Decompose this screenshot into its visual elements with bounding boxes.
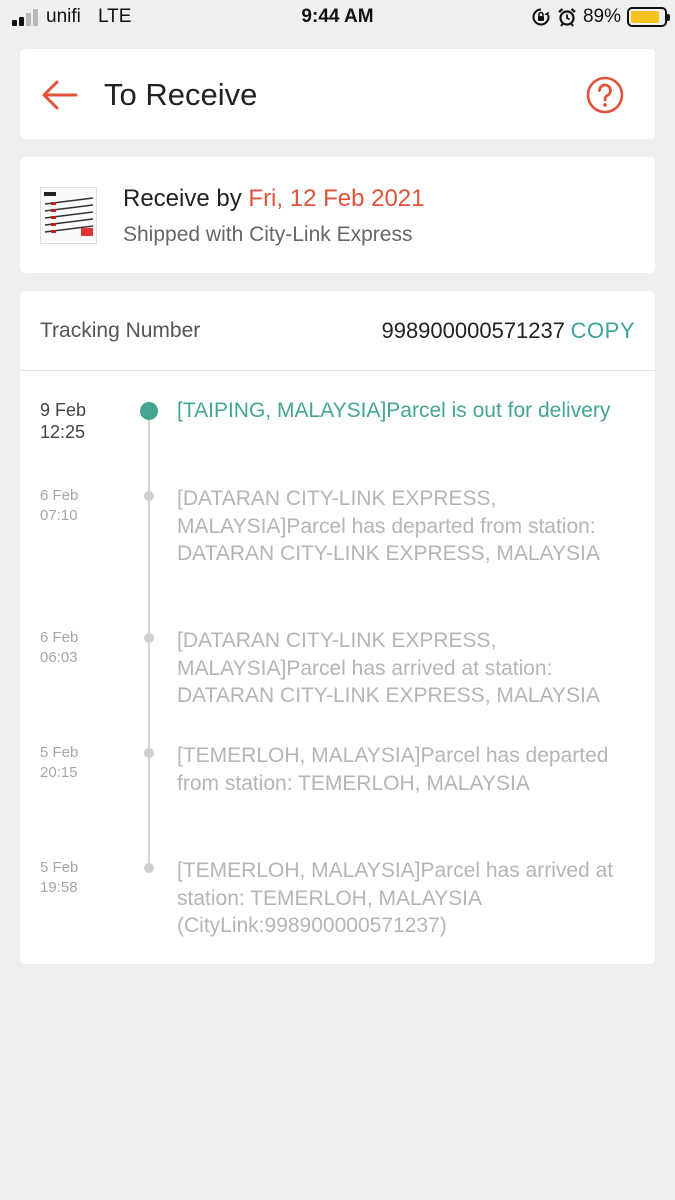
back-button[interactable] [40, 75, 80, 115]
timeline-dot [144, 491, 154, 501]
alarm-icon [558, 8, 576, 27]
event-day: 6 Feb [40, 629, 79, 646]
event-day: 9 Feb [40, 400, 87, 420]
timeline-dot [140, 402, 158, 420]
receive-by-line: Receive by Fri, 12 Feb 2021 [123, 185, 425, 213]
event-time: 20:15 [40, 764, 78, 781]
shipping-carrier: Shipped with City-Link Express [123, 223, 413, 246]
rotation-lock-icon [532, 8, 550, 26]
event-description: [TEMERLOH, MALAYSIA]Parcel has arrived a… [177, 859, 614, 937]
event-date: 6 Feb 06:03 [40, 628, 78, 668]
header-bar: To Receive [20, 49, 655, 139]
tracking-number-value: 998900000571237 [381, 318, 565, 343]
event-time: 06:03 [40, 649, 78, 666]
event-description: [TEMERLOH, MALAYSIA]Parcel has departed … [177, 744, 609, 795]
event-day: 6 Feb [40, 487, 79, 504]
receive-by-date: Fri, 12 Feb 2021 [248, 185, 425, 212]
tracking-card: Tracking Number 998900000571237 COPY 9 F… [20, 291, 655, 964]
event-day: 5 Feb [40, 744, 79, 761]
help-button[interactable] [585, 75, 625, 115]
event-date: 5 Feb 19:58 [40, 858, 78, 898]
event-time: 19:58 [40, 879, 78, 896]
copy-button[interactable]: COPY [571, 318, 635, 344]
shipping-info-card[interactable]: Receive by Fri, 12 Feb 2021 Shipped with… [20, 157, 655, 273]
battery-icon [627, 7, 670, 27]
tracking-number-label: Tracking Number [40, 319, 201, 342]
event-time: 07:10 [40, 507, 78, 524]
arrow-left-icon [42, 80, 78, 110]
fishing-rod-image [41, 188, 96, 243]
status-bar: unifi LTE 9:44 AM 89% [0, 0, 675, 34]
timeline-dot [144, 863, 154, 873]
event-date: 9 Feb 12:25 [40, 399, 86, 443]
event-date: 5 Feb 20:15 [40, 743, 78, 783]
battery-percent: 89% [582, 6, 621, 27]
event-description: [TAIPING, MALAYSIA]Parcel is out for del… [177, 399, 611, 422]
event-description: [DATARAN CITY-LINK EXPRESS, MALAYSIA]Par… [177, 487, 600, 565]
event-date: 6 Feb 07:10 [40, 486, 78, 526]
page-title: To Receive [104, 77, 258, 112]
question-circle-icon [586, 76, 624, 114]
status-indicators: 89% [531, 5, 670, 29]
timeline-dot [144, 748, 154, 758]
event-day: 5 Feb [40, 859, 79, 876]
product-thumbnail [40, 187, 97, 244]
timeline-dot [144, 633, 154, 643]
event-description: [DATARAN CITY-LINK EXPRESS, MALAYSIA]Par… [177, 629, 600, 707]
receive-by-label: Receive by [123, 185, 242, 212]
event-time: 12:25 [40, 422, 86, 442]
tracking-number-row: Tracking Number 998900000571237 COPY [20, 291, 655, 371]
